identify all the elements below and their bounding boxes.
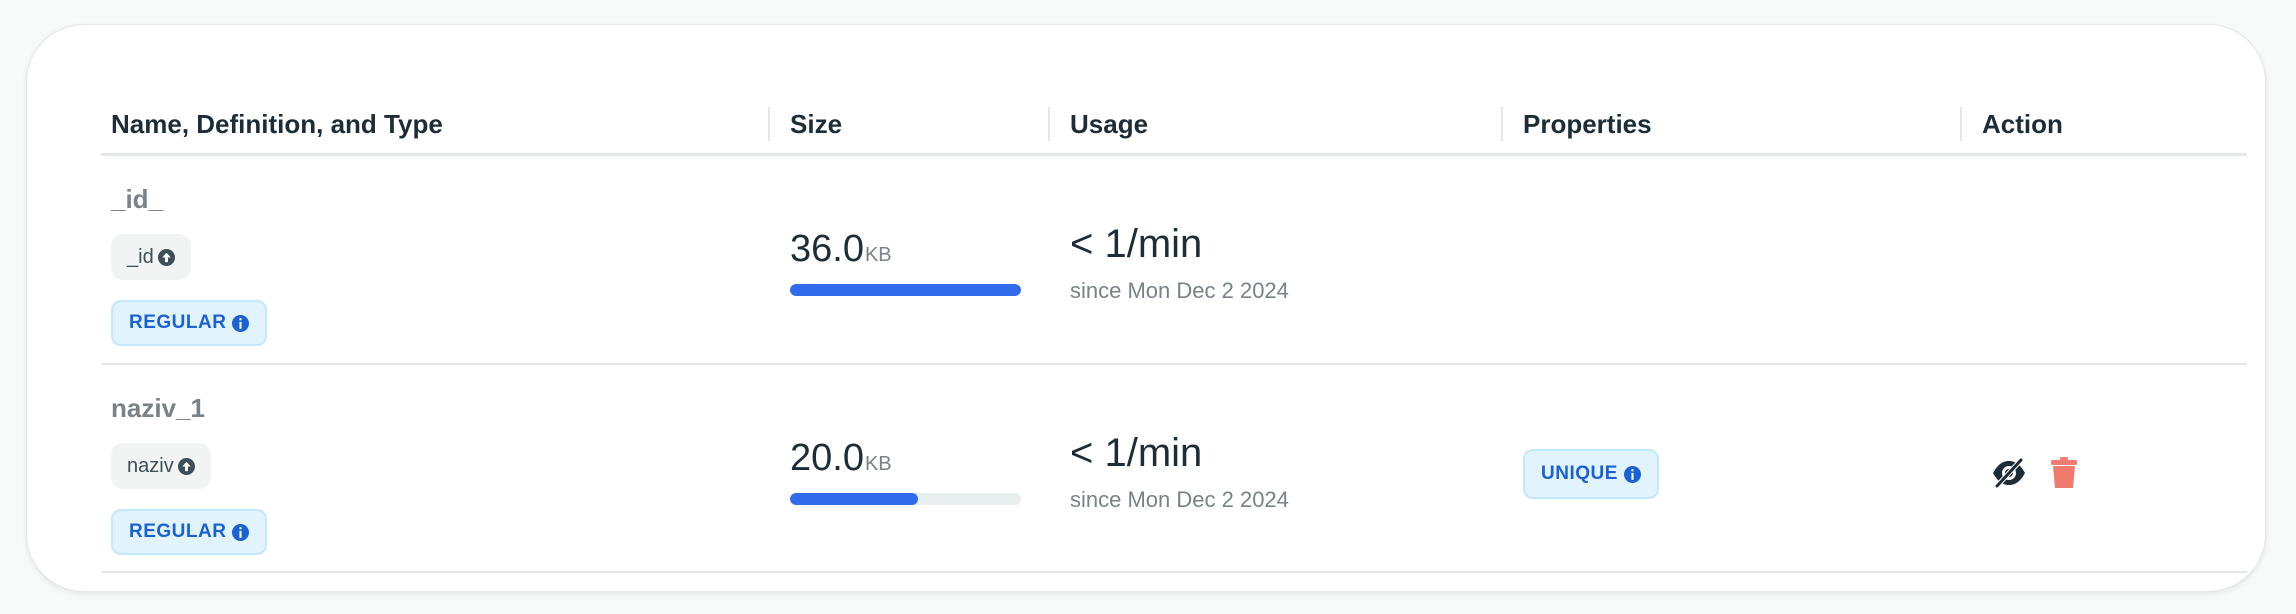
arrow-up-circle-icon bbox=[157, 248, 175, 266]
index-type-label: REGULAR bbox=[129, 521, 227, 542]
delete-index-button[interactable] bbox=[2044, 453, 2084, 493]
index-size: 36.0KB bbox=[790, 228, 892, 271]
index-size: 20.0KB bbox=[790, 437, 892, 480]
hide-index-icon bbox=[1993, 458, 2025, 488]
index-size-bar bbox=[790, 493, 1021, 505]
index-usage-since: since Mon Dec 2 2024 bbox=[1070, 278, 1289, 303]
column-divider[interactable] bbox=[1501, 107, 1503, 141]
index-size-bar-fill bbox=[790, 284, 1021, 296]
info-icon[interactable] bbox=[232, 523, 250, 541]
column-header-action: Action bbox=[1982, 109, 2063, 139]
column-divider[interactable] bbox=[768, 107, 770, 141]
table-row: naziv_1 naziv REGULAR 20.0KB < 1/min sin… bbox=[101, 365, 2247, 573]
index-usage: < 1/min bbox=[1070, 431, 1203, 475]
index-size-value: 36.0 bbox=[790, 228, 864, 270]
info-icon[interactable] bbox=[1623, 465, 1641, 483]
indexes-card: Name, Definition, and Type Size Usage Pr… bbox=[26, 24, 2266, 592]
index-field-chip: naziv bbox=[111, 443, 211, 489]
index-size-unit: KB bbox=[864, 453, 892, 475]
index-field-name: naziv bbox=[127, 454, 174, 477]
index-type-badge[interactable]: REGULAR bbox=[111, 300, 268, 346]
column-header-usage[interactable]: Usage bbox=[1070, 109, 1148, 140]
column-divider[interactable] bbox=[1960, 107, 1962, 141]
column-header-size[interactable]: Size bbox=[790, 109, 842, 140]
column-header-properties[interactable]: Properties bbox=[1523, 109, 1652, 140]
property-label: UNIQUE bbox=[1541, 463, 1618, 484]
arrow-up-circle-icon bbox=[177, 457, 195, 475]
index-field-chip: _id bbox=[111, 234, 191, 280]
indexes-table: Name, Definition, and Type Size Usage Pr… bbox=[101, 103, 2247, 573]
index-type-badge[interactable]: REGULAR bbox=[111, 509, 268, 555]
index-size-bar bbox=[790, 284, 1021, 296]
info-icon[interactable] bbox=[232, 314, 250, 332]
index-size-unit: KB bbox=[864, 244, 892, 266]
column-header-name[interactable]: Name, Definition, and Type bbox=[111, 109, 443, 140]
hide-index-button[interactable] bbox=[1989, 453, 2029, 493]
index-usage: < 1/min bbox=[1070, 222, 1203, 266]
trash-icon bbox=[2051, 457, 2077, 488]
index-field-name: _id bbox=[127, 245, 154, 268]
index-type-label: REGULAR bbox=[129, 312, 227, 333]
table-row: _id_ _id REGULAR 36.0KB < 1/min since Mo… bbox=[101, 156, 2247, 365]
index-size-value: 20.0 bbox=[790, 437, 864, 479]
index-name: _id_ bbox=[111, 184, 164, 214]
table-header: Name, Definition, and Type Size Usage Pr… bbox=[101, 103, 2247, 156]
index-usage-since: since Mon Dec 2 2024 bbox=[1070, 487, 1289, 512]
index-size-bar-fill bbox=[790, 493, 919, 505]
column-divider[interactable] bbox=[1048, 107, 1050, 141]
index-name: naziv_1 bbox=[111, 393, 205, 423]
property-badge-unique[interactable]: UNIQUE bbox=[1523, 449, 1659, 499]
